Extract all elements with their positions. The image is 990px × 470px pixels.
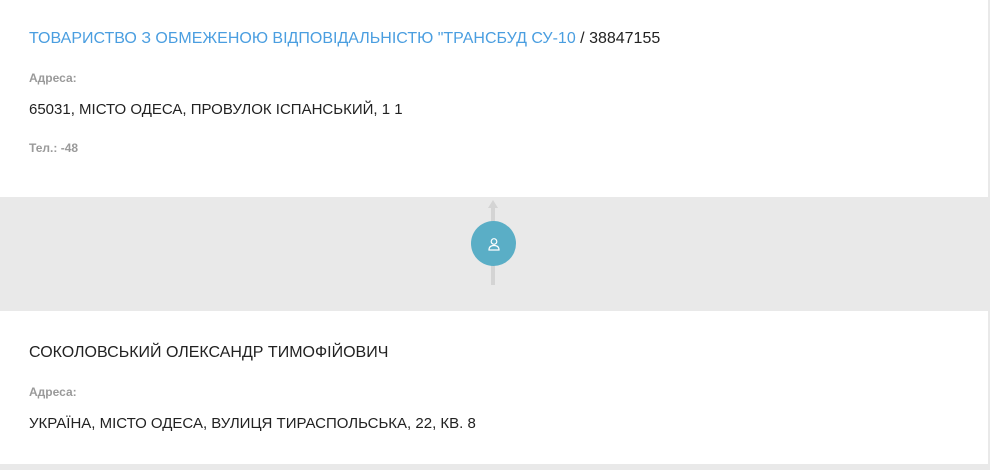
company-title-line: ТОВАРИСТВО З ОБМЕЖЕНОЮ ВІДПОВІДАЛЬНІСТЮ … — [29, 30, 660, 48]
company-name-link[interactable]: ТОВАРИСТВО З ОБМЕЖЕНОЮ ВІДПОВІДАЛЬНІСТЮ … — [29, 30, 576, 47]
person-card — [0, 311, 988, 464]
company-phone: Тел.: -48 — [29, 141, 79, 155]
company-address: 65031, МІСТО ОДЕСА, ПРОВУЛОК ІСПАНСЬКИЙ,… — [29, 101, 403, 118]
person-badge[interactable] — [471, 221, 516, 266]
person-icon — [487, 237, 501, 251]
company-code: 38847155 — [589, 30, 661, 47]
title-separator: / — [575, 30, 590, 47]
person-address: УКРАЇНА, МІСТО ОДЕСА, ВУЛИЦЯ ТИРАСПОЛЬСЬ… — [29, 415, 476, 432]
company-address-label: Адреса: — [29, 71, 77, 85]
person-name: СОКОЛОВСЬКИЙ ОЛЕКСАНДР ТИМОФІЙОВИЧ — [29, 344, 389, 361]
person-address-label: Адреса: — [29, 385, 77, 399]
company-card: ТОВАРИСТВО З ОБМЕЖЕНОЮ ВІДПОВІДАЛЬНІСТЮ … — [0, 0, 988, 197]
